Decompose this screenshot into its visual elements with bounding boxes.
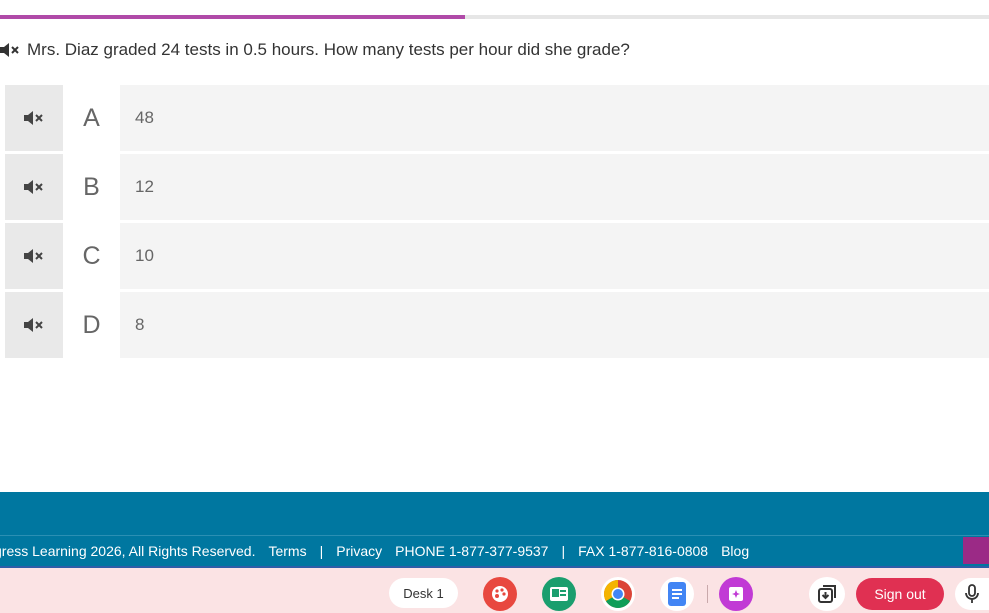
answer-value: 12 bbox=[135, 177, 154, 196]
answer-option-b[interactable]: B 12 bbox=[5, 154, 989, 220]
answer-option-c[interactable]: C 10 bbox=[5, 223, 989, 289]
speaker-muted-icon[interactable] bbox=[0, 40, 22, 60]
answer-option-d[interactable]: D 8 bbox=[5, 292, 989, 358]
sign-out-button[interactable]: Sign out bbox=[856, 578, 944, 610]
footer-band bbox=[0, 492, 989, 535]
footer-links: gress Learning 2026, All Rights Reserved… bbox=[0, 535, 989, 566]
answer-list: A 48 B 12 C 10 D 8 bbox=[5, 85, 989, 361]
footer-separator: | bbox=[319, 543, 324, 559]
speaker-muted-icon[interactable] bbox=[5, 223, 63, 289]
classroom-icon[interactable] bbox=[542, 577, 576, 611]
desk-button[interactable]: Desk 1 bbox=[389, 578, 458, 608]
question: Mrs. Diaz graded 24 tests in 0.5 hours. … bbox=[0, 38, 630, 62]
footer-side-tab[interactable] bbox=[963, 537, 989, 564]
canvas-icon[interactable] bbox=[719, 577, 753, 611]
screen-capture-icon[interactable] bbox=[809, 577, 845, 611]
footer-privacy-link[interactable]: Privacy bbox=[336, 543, 382, 559]
answer-value: 10 bbox=[135, 246, 154, 265]
progress-bar bbox=[0, 15, 989, 19]
speaker-muted-icon[interactable] bbox=[5, 154, 63, 220]
progress-bar-fill bbox=[0, 15, 465, 19]
answer-option-a[interactable]: A 48 bbox=[5, 85, 989, 151]
answer-letter: D bbox=[63, 292, 120, 358]
chrome-icon[interactable] bbox=[601, 577, 635, 611]
answer-letter: C bbox=[63, 223, 120, 289]
taskbar-divider bbox=[707, 585, 708, 603]
palette-icon[interactable] bbox=[483, 577, 517, 611]
footer-fax: FAX 1-877-816-0808 bbox=[578, 543, 709, 559]
speaker-muted-icon[interactable] bbox=[5, 292, 63, 358]
microphone-icon[interactable] bbox=[955, 578, 989, 610]
taskbar: Desk 1 Sign out bbox=[0, 566, 989, 613]
footer-blog-link[interactable]: Blog bbox=[721, 543, 749, 559]
docs-icon[interactable] bbox=[660, 577, 694, 611]
question-text: Mrs. Diaz graded 24 tests in 0.5 hours. … bbox=[27, 40, 630, 59]
footer-phone: PHONE 1-877-377-9537 bbox=[395, 543, 549, 559]
speaker-muted-icon[interactable] bbox=[5, 85, 63, 151]
answer-value: 48 bbox=[135, 108, 154, 127]
footer-terms-link[interactable]: Terms bbox=[268, 543, 306, 559]
answer-letter: A bbox=[63, 85, 120, 151]
footer-separator: | bbox=[561, 543, 566, 559]
answer-letter: B bbox=[63, 154, 120, 220]
footer-copyright: gress Learning 2026, All Rights Reserved… bbox=[0, 543, 256, 559]
answer-value: 8 bbox=[135, 315, 145, 334]
